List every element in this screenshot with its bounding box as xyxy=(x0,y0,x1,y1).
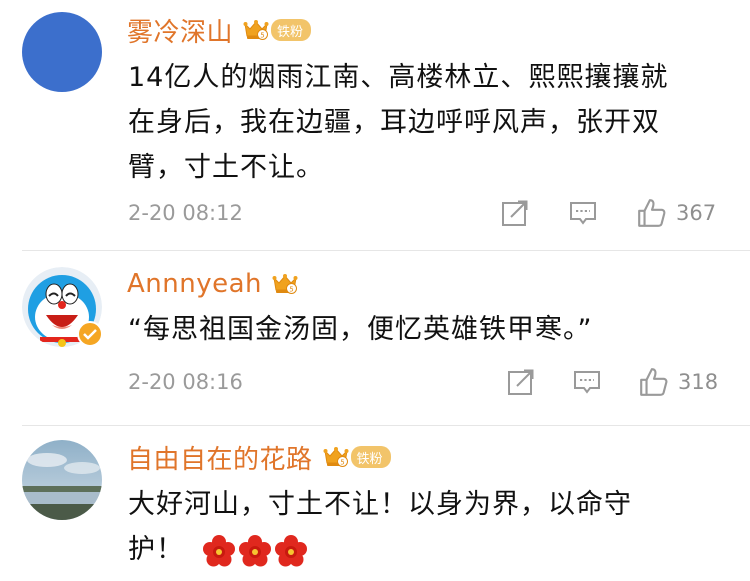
like-button[interactable]: 318 xyxy=(638,366,718,398)
comment-text-line: 护！ xyxy=(128,527,632,572)
comment-button[interactable] xyxy=(568,197,598,229)
username-row: Annnyeah xyxy=(127,266,298,302)
crown-level-icon xyxy=(323,446,349,468)
thumbs-up-icon xyxy=(638,366,670,398)
fan-badge: 铁粉 xyxy=(271,19,312,41)
username-row: 雾冷深山 铁粉 xyxy=(127,12,312,49)
thumbs-up-icon xyxy=(636,197,668,229)
comment-button[interactable] xyxy=(572,366,602,398)
red-flower-emoji xyxy=(274,534,308,568)
avatar[interactable] xyxy=(22,440,102,520)
like-count: 318 xyxy=(678,370,719,394)
verified-badge-icon xyxy=(77,321,103,347)
red-flower-emoji xyxy=(202,534,236,568)
comment-time: 2-20 08:16 xyxy=(128,370,243,394)
comment-text-line: 在身后，我在边疆，耳边呼呼风声，张开双 xyxy=(128,107,660,138)
like-button[interactable]: 367 xyxy=(636,197,716,229)
comment-meta: 2-20 08:16 318 xyxy=(128,366,720,400)
comment-item: 雾冷深山 铁粉 14亿人的烟雨江南、高楼林立、熙熙攘攘就 在身后，我在边疆，耳边… xyxy=(0,0,750,251)
comment-text: 14亿人的烟雨江南、高楼林立、熙熙攘攘就 在身后，我在边疆，耳边呼呼风声，张开双… xyxy=(128,55,668,190)
comment-text-line: 臂，寸土不让。 xyxy=(128,152,324,183)
comment-item: Annnyeah “每思祖国金汤固，便忆英雄铁甲寒。” 2-20 08:16 3… xyxy=(0,251,750,426)
share-button[interactable] xyxy=(506,366,536,398)
username[interactable]: 雾冷深山 xyxy=(127,12,233,49)
comment-text-line: 14亿人的烟雨江南、高楼林立、熙熙攘攘就 xyxy=(128,62,669,93)
comment-text: 大好河山，寸土不让！以身为界，以命守 护！ xyxy=(128,482,632,572)
red-flower-emoji xyxy=(238,534,272,568)
comment-icon xyxy=(568,198,598,228)
username[interactable]: Annnyeah xyxy=(127,269,262,299)
username-row: 自由自在的花路 铁粉 xyxy=(127,439,391,475)
crown-level-icon xyxy=(272,273,298,295)
share-button[interactable] xyxy=(500,197,530,229)
comment-text-segment: 护！ xyxy=(128,534,184,565)
like-count: 367 xyxy=(676,201,717,225)
username[interactable]: 自由自在的花路 xyxy=(127,439,313,476)
comment-text-line: 大好河山，寸土不让！以身为界，以命守 xyxy=(128,489,632,520)
avatar[interactable] xyxy=(22,12,102,92)
share-icon xyxy=(506,367,536,397)
share-icon xyxy=(500,198,530,228)
comment-meta: 2-20 08:12 367 xyxy=(128,197,720,231)
fan-badge: 铁粉 xyxy=(350,446,391,468)
comment-text-line: “每思祖国金汤固，便忆英雄铁甲寒。” xyxy=(128,314,593,345)
comment-text: “每思祖国金汤固，便忆英雄铁甲寒。” xyxy=(128,307,592,352)
comment-item: 自由自在的花路 铁粉 大好河山，寸土不让！以身为界，以命守 护！ xyxy=(0,426,750,581)
landscape-avatar-image xyxy=(22,440,102,520)
crown-level-icon xyxy=(243,19,269,41)
comment-icon xyxy=(572,367,602,397)
comment-time: 2-20 08:12 xyxy=(128,201,243,225)
